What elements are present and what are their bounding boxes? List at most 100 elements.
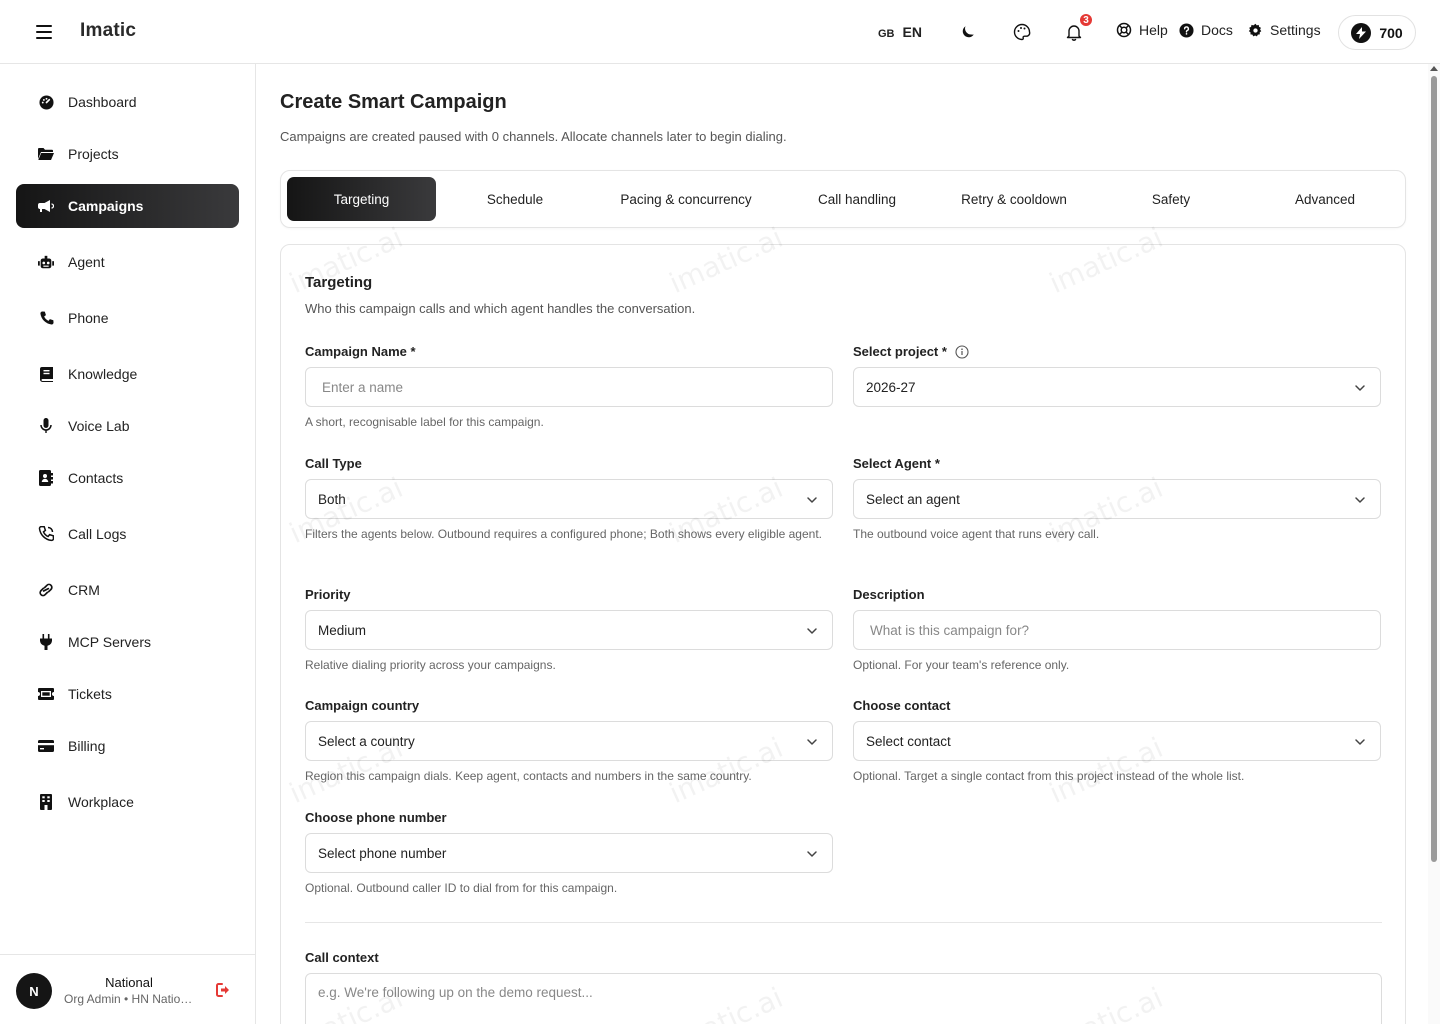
avatar[interactable]: N <box>16 973 52 1009</box>
settings-link[interactable]: Settings <box>1248 22 1321 38</box>
sidebar-item-label: Tickets <box>68 686 112 702</box>
call-type-select[interactable]: Both <box>305 479 833 519</box>
language-selector[interactable]: GB EN <box>878 24 922 40</box>
chevron-down-icon <box>1355 497 1365 503</box>
book-icon <box>38 366 54 382</box>
call-context-label: Call context <box>305 950 379 965</box>
flag-icon: GB <box>878 28 895 40</box>
sidebar-item-workplace[interactable]: Workplace <box>16 780 239 824</box>
docs-link[interactable]: Docs <box>1179 22 1233 38</box>
tab-retry-cooldown[interactable]: Retry & cooldown <box>936 177 1092 221</box>
folder-icon <box>38 146 54 162</box>
sidebar-item-billing[interactable]: Billing <box>16 724 239 768</box>
building-icon <box>38 794 54 810</box>
sidebar-item-projects[interactable]: Projects <box>16 132 239 176</box>
gear-icon <box>1248 23 1262 36</box>
sidebar-item-label: Voice Lab <box>68 418 130 434</box>
description-hint: Optional. For your team's reference only… <box>853 658 1070 672</box>
sidebar-item-call-logs[interactable]: Call Logs <box>16 512 239 556</box>
credits-count: 700 <box>1379 24 1403 41</box>
help-link[interactable]: Help <box>1116 22 1168 38</box>
user-profile: N National Org Admin • HN National <box>0 954 255 1024</box>
sidebar-item-label: Dashboard <box>68 94 137 110</box>
section-divider <box>305 922 1382 923</box>
scroll-up-arrow-icon[interactable] <box>1430 66 1438 71</box>
sidebar-item-agent[interactable]: Agent <box>16 240 239 284</box>
sidebar-item-label: Campaigns <box>68 198 144 214</box>
gauge-icon <box>38 94 54 110</box>
sidebar-item-phone[interactable]: Phone <box>16 296 239 340</box>
agent-label: Select Agent * <box>853 456 940 471</box>
campaign-name-input[interactable]: Enter a name <box>305 367 833 407</box>
campaign-name-hint: A short, recognisable label for this cam… <box>305 415 544 429</box>
megaphone-icon <box>38 198 54 214</box>
info-icon[interactable] <box>955 344 969 359</box>
palette-icon[interactable] <box>1010 20 1034 44</box>
sidebar-item-label: Call Logs <box>68 526 127 542</box>
sidebar-item-dashboard[interactable]: Dashboard <box>16 80 239 124</box>
sidebar-item-crm[interactable]: CRM <box>16 568 239 612</box>
settings-label: Settings <box>1270 22 1321 38</box>
tab-safety[interactable]: Safety <box>1096 177 1246 221</box>
priority-value: Medium <box>318 622 367 638</box>
sidebar-item-contacts[interactable]: Contacts <box>16 456 239 500</box>
phone-number-select[interactable]: Select phone number <box>305 833 833 873</box>
phone-icon <box>38 310 54 326</box>
sidebar-item-mcp-servers[interactable]: MCP Servers <box>16 620 239 664</box>
scrollbar-thumb[interactable] <box>1431 76 1437 862</box>
priority-select[interactable]: Medium <box>305 610 833 650</box>
description-label: Description <box>853 587 925 602</box>
phone-log-icon <box>38 526 54 542</box>
targeting-card: Targeting Who this campaign calls and wh… <box>280 244 1406 1024</box>
docs-label: Docs <box>1201 22 1233 38</box>
phone-number-label: Choose phone number <box>305 810 447 825</box>
chevron-down-icon <box>807 739 817 745</box>
notification-badge: 3 <box>1078 12 1094 28</box>
sidebar-item-label: Knowledge <box>68 366 138 382</box>
section-title: Targeting <box>305 274 373 291</box>
call-type-value: Both <box>318 491 346 507</box>
contact-value: Select contact <box>866 733 951 749</box>
lightning-icon <box>1351 22 1372 43</box>
call-context-textarea[interactable]: e.g. We're following up on the demo requ… <box>305 973 1382 1024</box>
campaign-name-label: Campaign Name * <box>305 344 416 359</box>
contact-select[interactable]: Select contact <box>853 721 1381 761</box>
credits-button[interactable]: 700 <box>1338 15 1416 50</box>
sidebar-item-knowledge[interactable]: Knowledge <box>16 352 239 396</box>
tab-advanced[interactable]: Advanced <box>1250 177 1400 221</box>
phone-number-hint: Optional. Outbound caller ID to dial fro… <box>305 881 618 895</box>
app-logo[interactable]: Imatic <box>80 20 136 42</box>
sidebar-item-label: Contacts <box>68 470 124 486</box>
call-type-hint: Filters the agents below. Outbound requi… <box>305 527 822 541</box>
chevron-down-icon <box>1355 385 1365 391</box>
agent-select[interactable]: Select an agent <box>853 479 1381 519</box>
chevron-down-icon <box>1355 739 1365 745</box>
credit-card-icon <box>38 738 54 754</box>
org-name: National <box>105 975 153 990</box>
theme-toggle-moon-icon[interactable] <box>956 20 980 44</box>
tab-targeting[interactable]: Targeting <box>287 177 436 221</box>
priority-hint: Relative dialing priority across your ca… <box>305 658 556 672</box>
sidebar-item-campaigns[interactable]: Campaigns <box>16 184 239 228</box>
sidebar-item-voice-lab[interactable]: Voice Lab <box>16 404 239 448</box>
chevron-down-icon <box>807 497 817 503</box>
tab-pacing[interactable]: Pacing & concurrency <box>594 177 778 221</box>
chevron-down-icon <box>807 628 817 634</box>
question-circle-icon <box>1179 22 1194 38</box>
tab-schedule[interactable]: Schedule <box>440 177 590 221</box>
menu-toggle-icon[interactable] <box>36 25 52 39</box>
project-select[interactable]: 2026-27 <box>853 367 1381 407</box>
sidebar-item-label: CRM <box>68 582 100 598</box>
country-select[interactable]: Select a country <box>305 721 833 761</box>
tab-call-handling[interactable]: Call handling <box>782 177 932 221</box>
lifebuoy-icon <box>1116 22 1132 38</box>
description-input[interactable]: What is this campaign for? <box>853 610 1381 650</box>
sidebar-item-tickets[interactable]: Tickets <box>16 672 239 716</box>
logout-icon[interactable] <box>216 983 232 999</box>
link-icon <box>38 582 54 598</box>
project-label-row: Select project * <box>853 344 969 359</box>
top-header: Imatic GB EN 3 Help Docs Settings 700 <box>0 0 1440 64</box>
page-scrollbar[interactable] <box>1428 64 1440 1024</box>
language-code: EN <box>902 24 922 40</box>
org-role: Org Admin • HN National <box>64 992 194 1006</box>
